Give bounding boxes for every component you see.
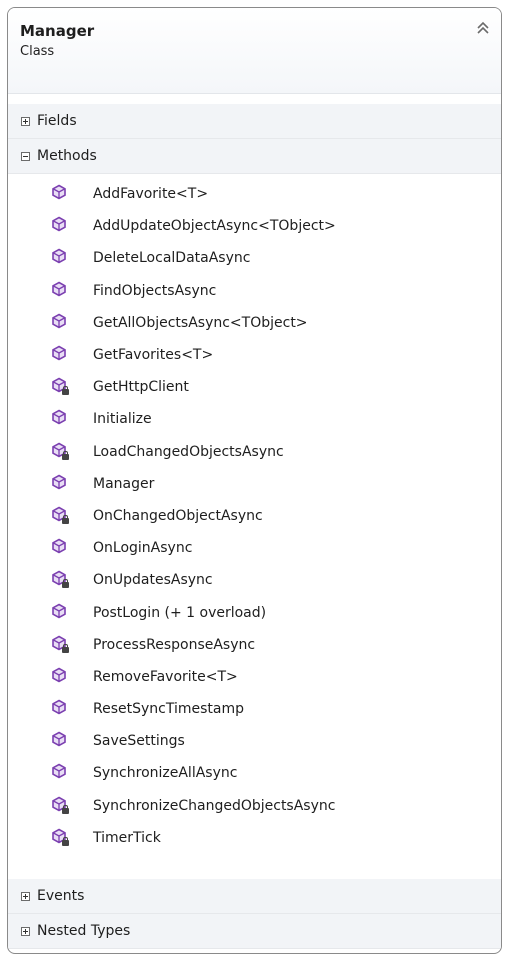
method-name: GetHttpClient (93, 379, 189, 396)
method-item[interactable]: PostLogin (+ 1 overload) (8, 596, 501, 628)
method-name: Manager (93, 475, 155, 492)
method-name: AddFavorite<T> (93, 186, 209, 203)
method-item[interactable]: Initialize (8, 403, 501, 435)
section-fields-label: Fields (37, 113, 77, 129)
class-diagram-shape[interactable]: Manager Class Fields Methods AddFavorite… (7, 7, 502, 954)
method-cube-icon (51, 184, 79, 204)
method-cube-icon (51, 699, 79, 719)
method-item[interactable]: ProcessResponseAsync (8, 629, 501, 661)
method-name: OnUpdatesAsync (93, 572, 213, 589)
method-item[interactable]: Manager (8, 468, 501, 500)
method-name: SynchronizeAllAsync (93, 765, 238, 782)
method-name: DeleteLocalDataAsync (93, 250, 251, 267)
method-cube-icon (51, 506, 79, 526)
section-nested-types[interactable]: Nested Types (8, 914, 501, 949)
method-item[interactable]: AddFavorite<T> (8, 178, 501, 210)
method-cube-icon (51, 731, 79, 751)
method-item[interactable]: LoadChangedObjectsAsync (8, 436, 501, 468)
class-kind: Class (20, 44, 55, 59)
method-item[interactable]: FindObjectsAsync (8, 275, 501, 307)
method-name: RemoveFavorite<T> (93, 668, 238, 685)
method-cube-icon (51, 313, 79, 333)
method-name: TimerTick (93, 829, 161, 846)
method-item[interactable]: RemoveFavorite<T> (8, 661, 501, 693)
section-methods[interactable]: Methods (8, 139, 501, 174)
method-item[interactable]: OnChangedObjectAsync (8, 500, 501, 532)
method-name: OnChangedObjectAsync (93, 507, 263, 524)
method-cube-icon (51, 667, 79, 687)
section-fields[interactable]: Fields (8, 104, 501, 139)
method-item[interactable]: TimerTick (8, 822, 501, 854)
method-cube-icon (51, 538, 79, 558)
method-cube-icon (51, 216, 79, 236)
method-item[interactable]: GetHttpClient (8, 371, 501, 403)
section-events[interactable]: Events (8, 879, 501, 914)
expand-plus-icon[interactable] (21, 891, 30, 901)
method-name: ProcessResponseAsync (93, 636, 256, 653)
lock-icon (62, 836, 69, 846)
class-header: Manager Class (8, 8, 501, 94)
expand-plus-icon[interactable] (21, 116, 30, 126)
section-events-label: Events (37, 888, 85, 904)
method-cube-icon (51, 603, 79, 623)
lock-icon (62, 450, 69, 460)
method-item[interactable]: SynchronizeAllAsync (8, 757, 501, 789)
method-cube-icon (51, 796, 79, 816)
expand-plus-icon[interactable] (21, 926, 30, 936)
method-item[interactable]: OnUpdatesAsync (8, 564, 501, 596)
method-item[interactable]: GetFavorites<T> (8, 339, 501, 371)
method-item[interactable]: GetAllObjectsAsync<TObject> (8, 307, 501, 339)
method-cube-icon (51, 281, 79, 301)
method-name: ResetSyncTimestamp (93, 701, 244, 718)
lock-icon (62, 514, 69, 524)
lock-icon (62, 386, 69, 396)
method-item[interactable]: OnLoginAsync (8, 532, 501, 564)
method-cube-icon (51, 248, 79, 268)
method-cube-icon (51, 377, 79, 397)
method-name: FindObjectsAsync (93, 282, 217, 299)
method-cube-icon (51, 828, 79, 848)
methods-list: AddFavorite<T> AddUpdateObjectAsync<TObje… (8, 174, 501, 854)
double-chevron-up-icon[interactable] (476, 20, 490, 36)
method-cube-icon (51, 570, 79, 590)
method-name: Initialize (93, 411, 152, 428)
method-cube-icon (51, 763, 79, 783)
method-name: GetAllObjectsAsync<TObject> (93, 314, 308, 331)
section-nested-types-label: Nested Types (37, 923, 131, 939)
method-cube-icon (51, 409, 79, 429)
method-name: SynchronizeChangedObjectsAsync (93, 797, 336, 814)
method-item[interactable]: ResetSyncTimestamp (8, 693, 501, 725)
class-title: Manager (20, 22, 95, 40)
lock-icon (62, 804, 69, 814)
method-item[interactable]: DeleteLocalDataAsync (8, 242, 501, 274)
method-name: PostLogin (+ 1 overload) (93, 604, 267, 621)
method-item[interactable]: SaveSettings (8, 725, 501, 757)
collapse-minus-icon[interactable] (21, 151, 30, 161)
method-cube-icon (51, 345, 79, 365)
method-name: GetFavorites<T> (93, 347, 214, 364)
method-item[interactable]: SynchronizeChangedObjectsAsync (8, 790, 501, 822)
method-cube-icon (51, 474, 79, 494)
section-methods-label: Methods (37, 148, 97, 164)
footer-sections: Events Nested Types (8, 879, 501, 949)
method-name: LoadChangedObjectsAsync (93, 443, 284, 460)
lock-icon (62, 643, 69, 653)
method-name: OnLoginAsync (93, 540, 193, 557)
method-name: SaveSettings (93, 733, 185, 750)
method-cube-icon (51, 635, 79, 655)
method-name: AddUpdateObjectAsync<TObject> (93, 218, 336, 235)
lock-icon (62, 579, 69, 589)
method-item[interactable]: AddUpdateObjectAsync<TObject> (8, 210, 501, 242)
method-cube-icon (51, 442, 79, 462)
